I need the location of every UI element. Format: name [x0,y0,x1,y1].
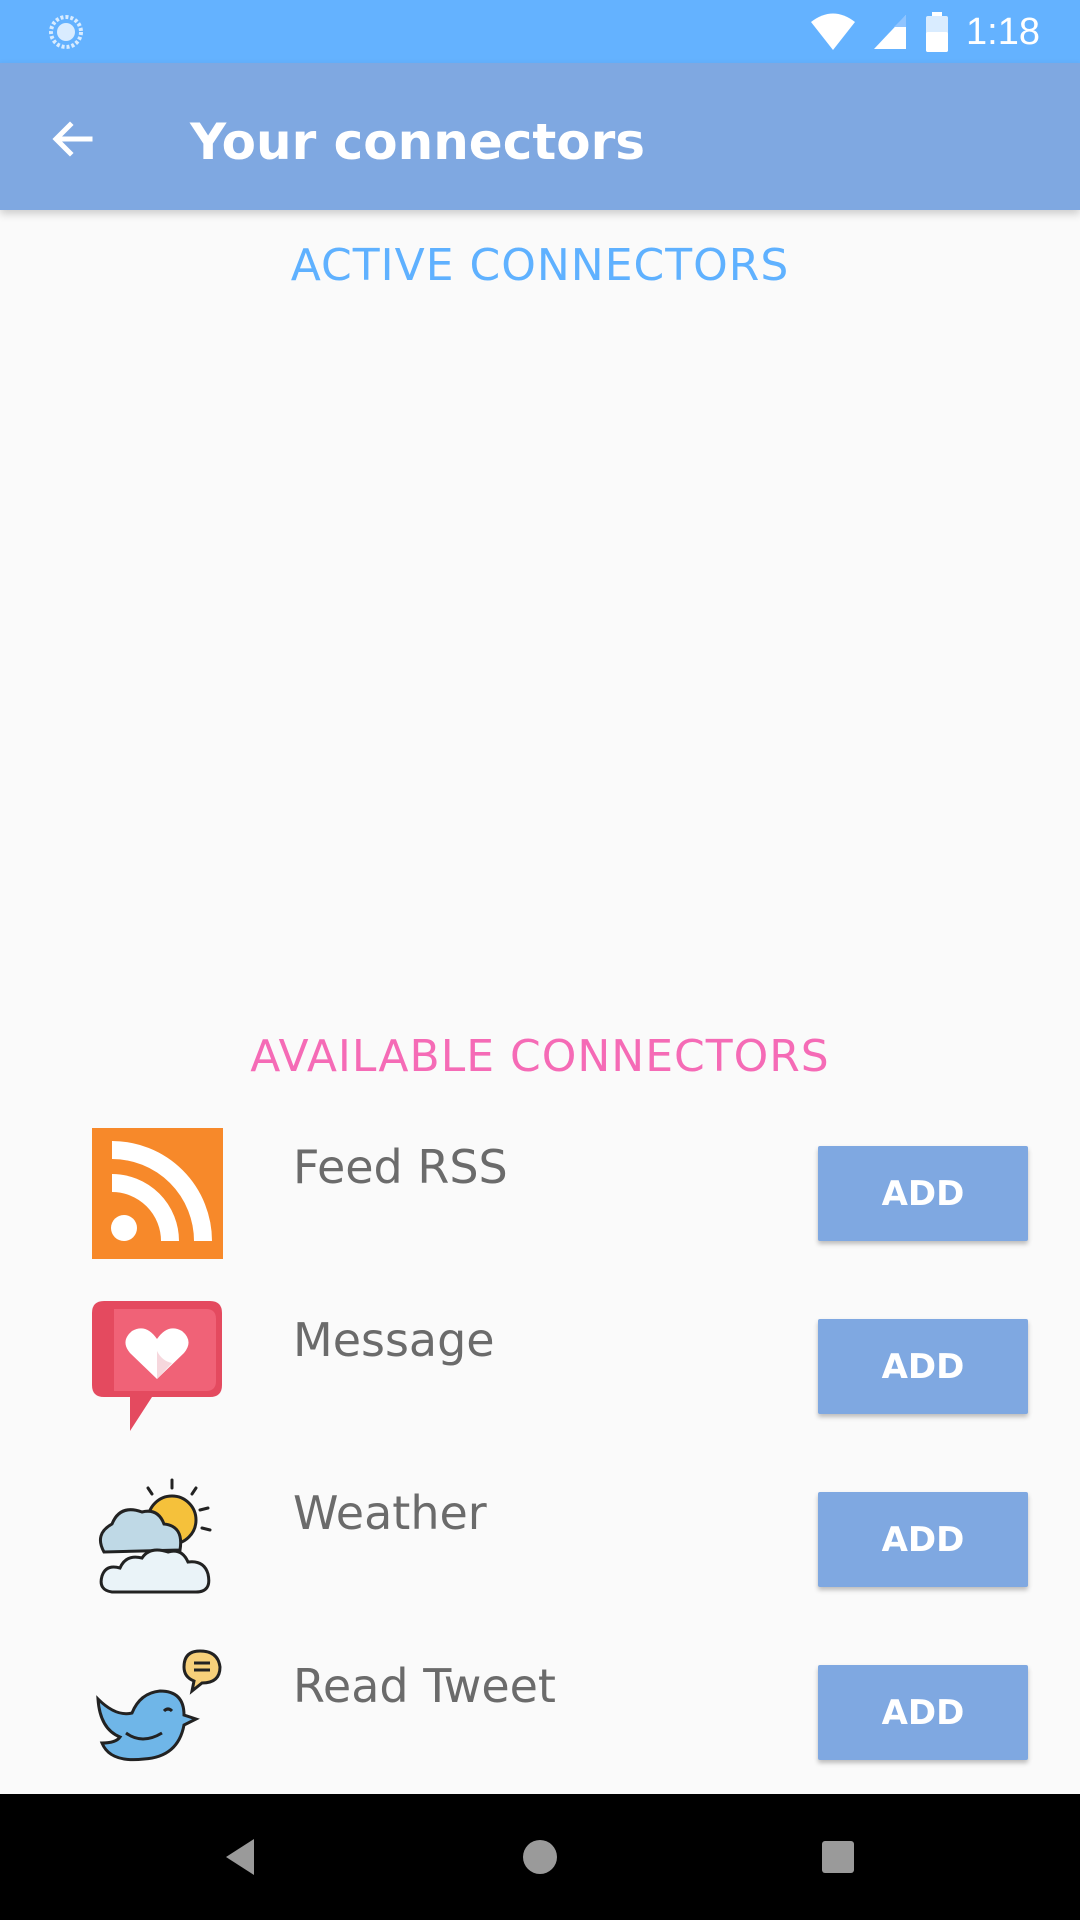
page-title: Your connectors [190,113,646,171]
status-bar: 1:18 [0,0,1080,63]
list-item: Weather ADD [0,1474,1080,1634]
active-connectors-list [0,300,1080,1000]
wifi-icon [811,13,856,50]
navigation-bar [0,1794,1080,1920]
add-tweet-button[interactable]: ADD [818,1665,1028,1760]
available-connectors-title: AVAILABLE CONNECTORS [250,1031,830,1082]
list-item: Feed RSS ADD [0,1128,1080,1288]
nav-recents-button[interactable] [808,1827,868,1887]
add-rss-button[interactable]: ADD [818,1146,1028,1241]
list-item: Read Tweet ADD [0,1647,1080,1807]
nav-back-icon [226,1839,254,1875]
back-button[interactable] [36,103,108,175]
list-item: Message ADD [0,1301,1080,1461]
sync-icon [49,15,83,49]
nav-back-button[interactable] [210,1827,270,1887]
status-icons: 1:18 [810,8,1040,55]
status-time: 1:18 [966,10,1040,53]
bird-tweet-icon [96,1649,222,1762]
active-connectors-title: ACTIVE CONNECTORS [290,240,790,291]
add-weather-button[interactable]: ADD [818,1492,1028,1587]
connector-label: Feed RSS [293,1140,508,1194]
connector-label: Weather [293,1486,487,1540]
rss-icon [92,1128,223,1259]
nav-recents-icon [822,1841,854,1873]
nav-home-icon [523,1840,557,1874]
connector-label: Read Tweet [293,1659,556,1713]
connector-label: Message [293,1313,495,1367]
add-message-button[interactable]: ADD [818,1319,1028,1414]
signal-icon [874,14,907,49]
weather-icon [98,1478,212,1594]
app-bar: Your connectors [0,63,1080,210]
heart-message-icon [92,1301,222,1431]
arrow-back-icon [52,121,93,157]
battery-icon [926,11,949,52]
nav-home-button[interactable] [510,1827,570,1887]
